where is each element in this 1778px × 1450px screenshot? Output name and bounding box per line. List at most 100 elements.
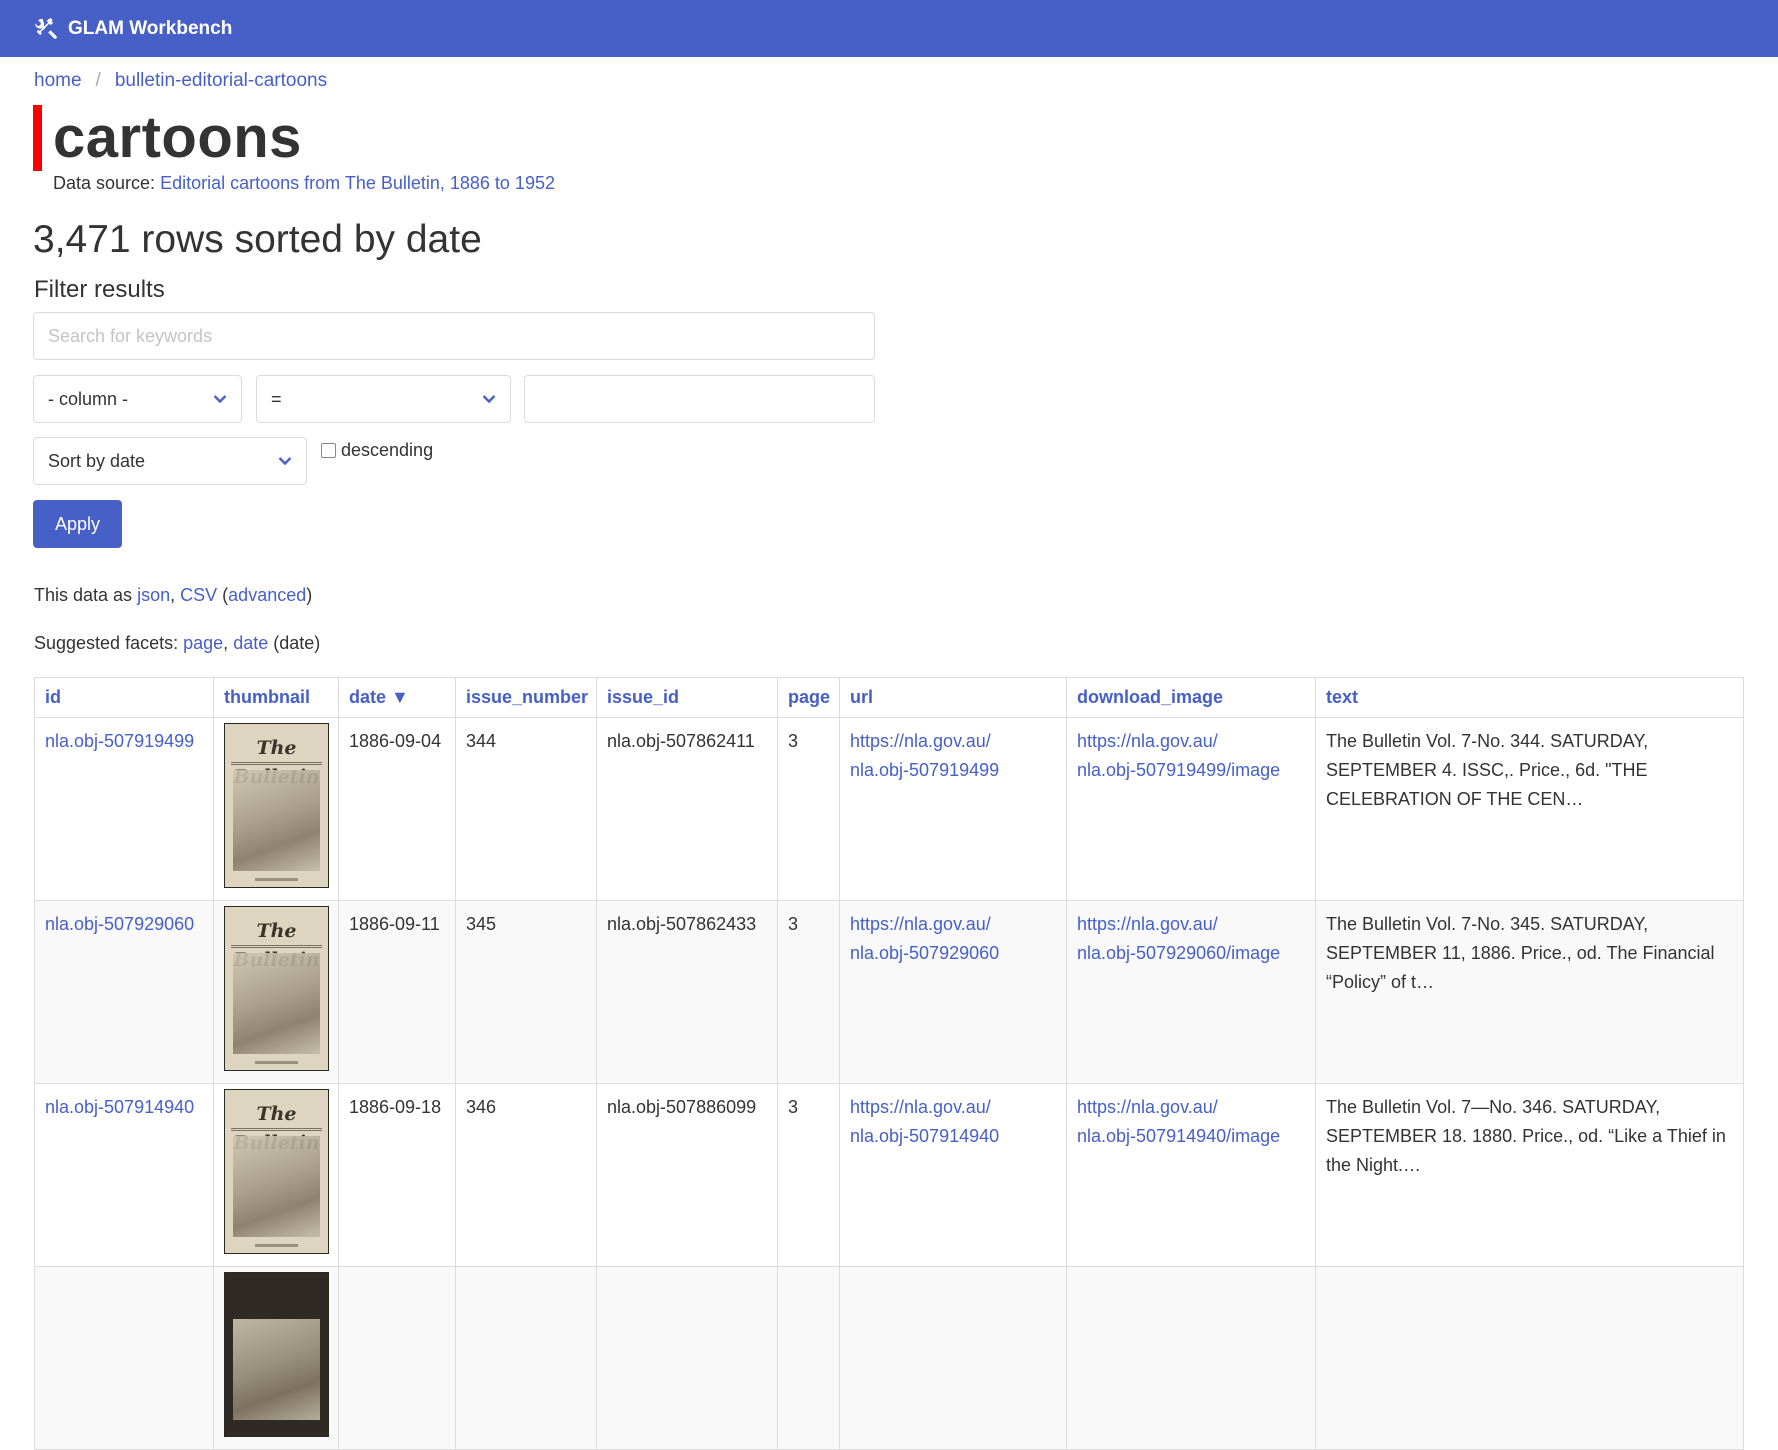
cell-issue-id: nla.obj-507886099 (596, 1083, 778, 1267)
cell-issue-number: 346 (455, 1083, 597, 1267)
cell-page: 3 (777, 900, 840, 1084)
breadcrumb-home-link[interactable]: home (34, 70, 82, 91)
cell-thumbnail: The Bulletin (213, 1083, 339, 1267)
chevron-down-icon (482, 394, 496, 404)
column-header-thumbnail[interactable]: thumbnail (213, 677, 339, 718)
thumbnail-caption (255, 1244, 298, 1247)
apply-button[interactable]: Apply (33, 500, 122, 548)
url-line-2: nla.obj-507919499 (850, 760, 1000, 780)
brand-link[interactable]: GLAM Workbench (68, 18, 232, 40)
cell-thumbnail: The Bulletin (213, 900, 339, 1084)
cell-page: 3 (777, 1083, 840, 1267)
tools-icon (34, 16, 60, 42)
download-line-1: https://nla.gov.au/ (1077, 731, 1218, 751)
table-row: nla.obj-507914940 The Bulletin 1886-09-1… (34, 1083, 1744, 1267)
rows-table: id thumbnail date ▼ issue_number issue_i… (34, 677, 1744, 1450)
cell-thumbnail: The Bulletin (213, 717, 339, 901)
facet-date-suffix: (date) (273, 633, 321, 653)
row-id-link[interactable]: nla.obj-507914940 (45, 1097, 194, 1117)
data-source-label: Data source: (53, 173, 156, 193)
thumbnail-image[interactable]: The Bulletin (224, 723, 329, 888)
descending-checkbox[interactable] (321, 443, 336, 458)
column-header-id[interactable]: id (34, 677, 214, 718)
facet-link-date[interactable]: date (233, 633, 268, 653)
row-download-link[interactable]: https://nla.gov.au/nla.obj-507914940/ima… (1077, 1097, 1280, 1146)
cell-text: The Bulletin Vol. 7-No. 345. SATURDAY, S… (1315, 900, 1744, 1084)
facets-prefix: Suggested facets: (34, 633, 179, 653)
thumbnail-image[interactable] (224, 1272, 329, 1437)
export-json-link[interactable]: json (137, 585, 170, 605)
row-download-link[interactable]: https://nla.gov.au/nla.obj-507929060/ima… (1077, 914, 1280, 963)
column-header-date[interactable]: date ▼ (338, 677, 456, 718)
descending-option[interactable]: descending (321, 440, 433, 461)
export-csv-link[interactable]: CSV (180, 585, 217, 605)
operator-select[interactable]: = (256, 375, 511, 423)
cell-issue-id: nla.obj-507862433 (596, 900, 778, 1084)
table-row (34, 1266, 1744, 1450)
download-line-2: nla.obj-507914940/image (1077, 1126, 1281, 1146)
sort-select[interactable]: Sort by date (33, 437, 307, 485)
cell-id: nla.obj-507929060 (34, 900, 214, 1084)
row-id-link[interactable]: nla.obj-507929060 (45, 914, 194, 934)
sort-select-value: Sort by date (48, 450, 146, 471)
cell-download-image: https://nla.gov.au/nla.obj-507919499/ima… (1066, 717, 1316, 901)
table-row: nla.obj-507919499 The Bulletin 1886-09-0… (34, 717, 1744, 901)
breadcrumb: home / bulletin-editorial-cartoons (34, 70, 327, 92)
filter-value-input[interactable] (524, 375, 875, 423)
thumbnail-cartoon (233, 1319, 320, 1420)
facet-link-page[interactable]: page (183, 633, 223, 653)
cell-id (34, 1266, 214, 1450)
page-header: cartoons (33, 104, 302, 171)
thumbnail-image[interactable]: The Bulletin (224, 1089, 329, 1254)
column-select[interactable]: - column - (33, 375, 242, 423)
thumbnail-cartoon (233, 953, 320, 1054)
facets-comma: , (223, 633, 229, 653)
thumbnail-rule (231, 762, 322, 765)
chevron-down-icon (213, 394, 227, 404)
page-title: cartoons (53, 104, 302, 170)
cell-url: https://nla.gov.au/nla.obj-507929060 (839, 900, 1067, 1084)
download-line-1: https://nla.gov.au/ (1077, 914, 1218, 934)
thumbnail-caption (255, 878, 298, 881)
export-comma: , (170, 585, 176, 605)
breadcrumb-separator: / (95, 70, 101, 91)
column-header-issue-id[interactable]: issue_id (596, 677, 778, 718)
url-line-2: nla.obj-507914940 (850, 1126, 1000, 1146)
column-header-page[interactable]: page (777, 677, 840, 718)
column-select-value: - column - (48, 388, 129, 409)
cell-date: 1886-09-11 (338, 900, 456, 1084)
column-header-url[interactable]: url (839, 677, 1067, 718)
row-id-link[interactable]: nla.obj-507919499 (45, 731, 194, 751)
data-source-link[interactable]: Editorial cartoons from The Bulletin, 18… (160, 173, 555, 193)
thumbnail-image[interactable]: The Bulletin (224, 906, 329, 1071)
url-line-1: https://nla.gov.au/ (850, 731, 991, 751)
thumbnail-rule (231, 1128, 322, 1131)
row-url-link[interactable]: https://nla.gov.au/nla.obj-507929060 (850, 914, 999, 963)
cell-issue-id: nla.obj-507862411 (596, 717, 778, 901)
url-line-1: https://nla.gov.au/ (850, 1097, 991, 1117)
row-url-link[interactable]: https://nla.gov.au/nla.obj-507914940 (850, 1097, 999, 1146)
operator-select-value: = (271, 388, 282, 409)
url-line-2: nla.obj-507929060 (850, 943, 1000, 963)
filter-heading: Filter results (34, 276, 165, 303)
cell-page: 3 (777, 717, 840, 901)
top-navbar: GLAM Workbench (0, 0, 1778, 57)
cell-download-image (1066, 1266, 1316, 1450)
export-close-paren: ) (306, 585, 313, 605)
cell-date: 1886-09-18 (338, 1083, 456, 1267)
column-header-download-image[interactable]: download_image (1066, 677, 1316, 718)
row-url-link[interactable]: https://nla.gov.au/nla.obj-507919499 (850, 731, 999, 780)
cell-id: nla.obj-507914940 (34, 1083, 214, 1267)
column-header-text[interactable]: text (1315, 677, 1744, 718)
cell-page (777, 1266, 840, 1450)
column-header-issue-number[interactable]: issue_number (455, 677, 597, 718)
cell-download-image: https://nla.gov.au/nla.obj-507929060/ima… (1066, 900, 1316, 1084)
search-input[interactable] (33, 312, 875, 360)
thumbnail-caption (255, 1061, 298, 1064)
row-download-link[interactable]: https://nla.gov.au/nla.obj-507919499/ima… (1077, 731, 1280, 780)
table-header-row: id thumbnail date ▼ issue_number issue_i… (34, 677, 1744, 718)
breadcrumb-database-link[interactable]: bulletin-editorial-cartoons (115, 70, 327, 91)
descending-label: descending (341, 440, 434, 460)
cell-date (338, 1266, 456, 1450)
export-advanced-link[interactable]: advanced (228, 585, 306, 605)
